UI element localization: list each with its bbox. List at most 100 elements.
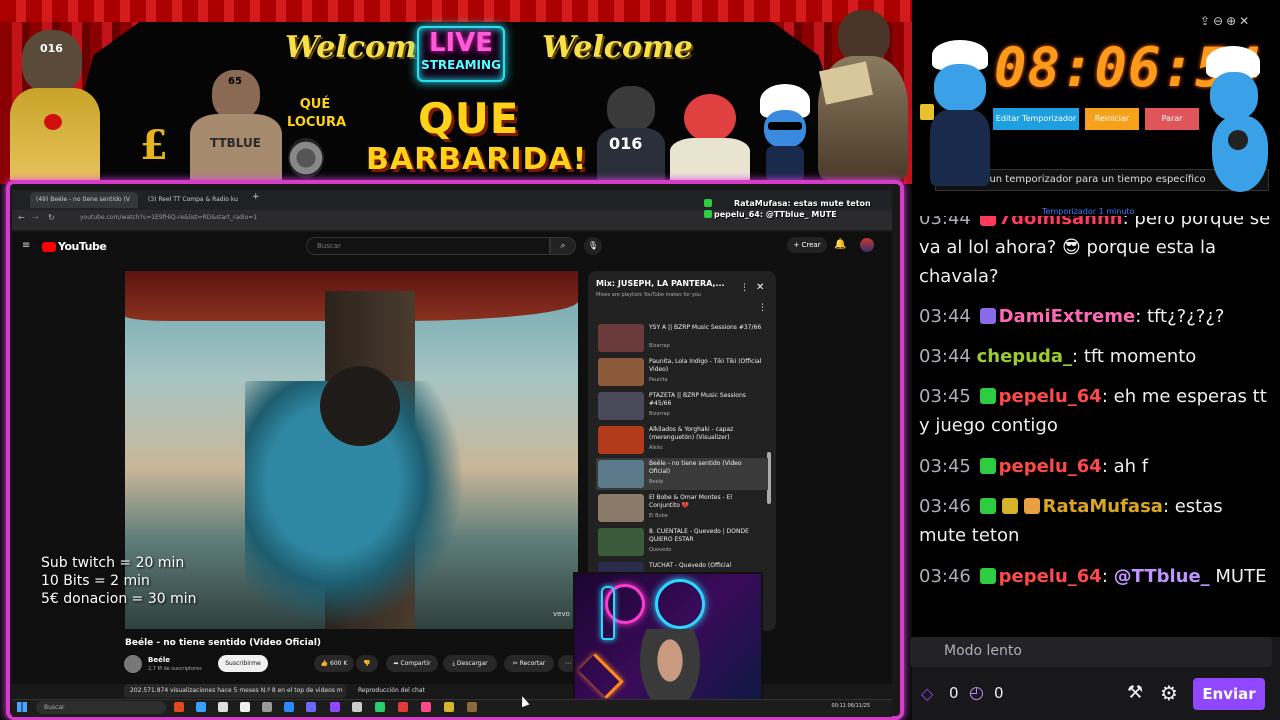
- chat-input[interactable]: Modo lento: [910, 637, 1272, 667]
- reset-timer-button[interactable]: Reiniciar: [1085, 108, 1139, 130]
- playlist-item[interactable]: Paunita, Lola Indigo - Tiki Tiki (Offici…: [596, 356, 768, 388]
- timer-window-controls[interactable]: ⇪⊖⊕✕: [1200, 14, 1252, 28]
- chat-username[interactable]: pepelu_64: [999, 386, 1102, 407]
- new-tab-icon[interactable]: +: [252, 192, 260, 202]
- share-button[interactable]: ➦ Compartir: [386, 655, 438, 672]
- taskbar-app-icon[interactable]: [352, 702, 362, 712]
- playlist-thumbnail: [598, 494, 644, 522]
- alert-line-1: RataMufasa: estas mute teton: [734, 199, 871, 208]
- subscribe-button[interactable]: Suscribirme: [218, 655, 268, 672]
- chat-username[interactable]: RataMufasa: [1043, 496, 1163, 517]
- chat-text: :: [1101, 566, 1114, 587]
- taskbar-app-icon[interactable]: [306, 702, 316, 712]
- chat-mention[interactable]: @TTblue_: [1114, 566, 1210, 587]
- chat-username[interactable]: chepuda_: [977, 346, 1072, 367]
- bits-icon[interactable]: ◇: [921, 684, 933, 703]
- chat-replay-header[interactable]: Reproducción del chat: [352, 684, 572, 698]
- forward-icon[interactable]: →: [32, 213, 39, 222]
- taskbar-app-icon[interactable]: [421, 702, 431, 712]
- playlist-item[interactable]: PTAZETA || BZRP Music Sessions #45/66 Biz…: [596, 390, 768, 422]
- stop-timer-button[interactable]: Parar: [1145, 108, 1199, 130]
- playlist-menu-icon[interactable]: ⋮: [758, 303, 767, 313]
- clip-label: Recortar: [519, 660, 546, 667]
- notifications-icon[interactable]: 🔔: [834, 239, 846, 250]
- like-icon: 👍: [320, 660, 331, 667]
- playlist-item-title: 8. CUENTALE - Quevedo | DONDE QUIERO EST…: [649, 528, 749, 543]
- cat-saint-image: 016: [0, 30, 102, 180]
- playlist-item[interactable]: Alkilados & Yorghaki - capaz (merenguetó…: [596, 424, 768, 456]
- chat-username[interactable]: pepelu_64: [999, 566, 1102, 587]
- reload-icon[interactable]: ↻: [48, 213, 55, 222]
- taskbar-app-icon[interactable]: [330, 702, 340, 712]
- taskbar-app-icon[interactable]: [375, 702, 385, 712]
- clip-button[interactable]: ✂ Recortar: [504, 655, 554, 672]
- taskbar-app-icon[interactable]: [174, 702, 184, 712]
- taskbar-app-icon[interactable]: [262, 702, 272, 712]
- playlist-thumbnail: [598, 392, 644, 420]
- alert-line-2: pepelu_64: @TTblue_ MUTE: [714, 210, 837, 219]
- smurfette-right-image: [1198, 46, 1276, 196]
- playlist-item[interactable]: YSY A || BZRP Music Sessions #37/66 Bizar…: [596, 322, 768, 354]
- youtube-logo[interactable]: YouTube: [42, 240, 107, 253]
- windows-start-icon[interactable]: [17, 702, 27, 712]
- browser-tab-1[interactable]: (49) Beéle - no tiene sentido (V: [30, 192, 138, 208]
- taskbar-app-icon[interactable]: [240, 702, 250, 712]
- badge-icon: [979, 216, 996, 226]
- microphone-icon[interactable]: 🎙: [584, 237, 602, 255]
- playlist-more-icon[interactable]: ⋮: [740, 283, 749, 293]
- search-icon[interactable]: ⌕: [550, 237, 576, 255]
- video-player[interactable]: [125, 271, 578, 629]
- playlist-item-current[interactable]: Beéle - no tiene sentido (Video Oficial)…: [596, 458, 768, 490]
- barbarida-text: BARBARIDA!: [366, 142, 588, 177]
- browser-tab-2[interactable]: (3) Reel TT Compa & Radio ku: [142, 192, 250, 208]
- channel-points-icon[interactable]: ◴: [969, 683, 984, 703]
- channel-name[interactable]: Beéle: [148, 656, 170, 664]
- playlist-item-channel: Alkilo: [649, 445, 663, 451]
- chat-message: 03:46 pepelu_64: @TTblue_ MUTE: [919, 562, 1274, 591]
- channel-avatar[interactable]: [124, 655, 142, 673]
- vip-badge-icon: [979, 498, 996, 514]
- channel-logo: £: [140, 122, 168, 169]
- taskbar-app-icon[interactable]: [467, 702, 477, 712]
- like-button[interactable]: 👍 600 K: [314, 655, 354, 672]
- taskbar-app-icon[interactable]: [284, 702, 294, 712]
- chat-username[interactable]: DamiExtreme: [999, 306, 1136, 327]
- video-description[interactable]: 202.571.874 visualizaciones hace 5 meses…: [124, 684, 346, 698]
- taskbar-app-icon[interactable]: [398, 702, 408, 712]
- playlist-item[interactable]: TUCHAT - Quevedo (Official: [596, 560, 768, 572]
- coffee-mug-icon: [920, 104, 934, 120]
- avatar[interactable]: [860, 238, 874, 252]
- taskbar-clock[interactable]: 00:11 06/11/25: [830, 703, 870, 709]
- menu-icon[interactable]: ≡: [22, 240, 30, 251]
- taskbar-search[interactable]: Buscar: [36, 701, 166, 714]
- neon-decoration: [655, 579, 705, 629]
- playlist-item-title: PTAZETA || BZRP Music Sessions #45/66: [649, 392, 746, 407]
- back-icon[interactable]: ←: [18, 213, 25, 222]
- close-icon[interactable]: ✕: [756, 282, 764, 293]
- chat-timestamp: 03:45: [919, 386, 971, 407]
- playlist-item[interactable]: El Bobe & Omar Montes - El Conjuntito 💔 E…: [596, 492, 768, 524]
- chat-message: 03:44 DamiExtreme: tft¿?¿?¿?: [919, 302, 1274, 331]
- chat-text: : tft momento: [1072, 346, 1197, 367]
- live-text: LIVE: [428, 28, 494, 58]
- send-button[interactable]: Enviar: [1193, 678, 1265, 710]
- playlist-item[interactable]: 8. CUENTALE - Quevedo | DONDE QUIERO EST…: [596, 526, 768, 558]
- chat-username[interactable]: 7domisahhh: [999, 216, 1123, 229]
- chat-username[interactable]: pepelu_64: [999, 456, 1102, 477]
- dislike-button[interactable]: 👎: [356, 655, 378, 672]
- create-button[interactable]: + Crear: [787, 237, 827, 253]
- youtube-search-input[interactable]: Buscar: [306, 237, 550, 255]
- taskbar-app-icon[interactable]: [444, 702, 454, 712]
- download-button[interactable]: ⤓ Descargar: [443, 655, 497, 672]
- edit-timer-button[interactable]: Editar Temporizador: [993, 108, 1079, 130]
- streaming-text: STREAMING: [421, 58, 501, 72]
- chat-timestamp: 03:46: [919, 496, 971, 517]
- gear-icon[interactable]: ⚙: [1160, 681, 1178, 705]
- welcome-right-text: Welcome: [542, 30, 693, 65]
- taskbar-app-icon[interactable]: [196, 702, 206, 712]
- webcam-overlay: [573, 572, 763, 717]
- chat-timestamp: 03:46: [919, 566, 971, 587]
- download-label: Descargar: [456, 660, 488, 667]
- taskbar-app-icon[interactable]: [218, 702, 228, 712]
- mod-tools-icon[interactable]: ⚒: [1127, 682, 1143, 703]
